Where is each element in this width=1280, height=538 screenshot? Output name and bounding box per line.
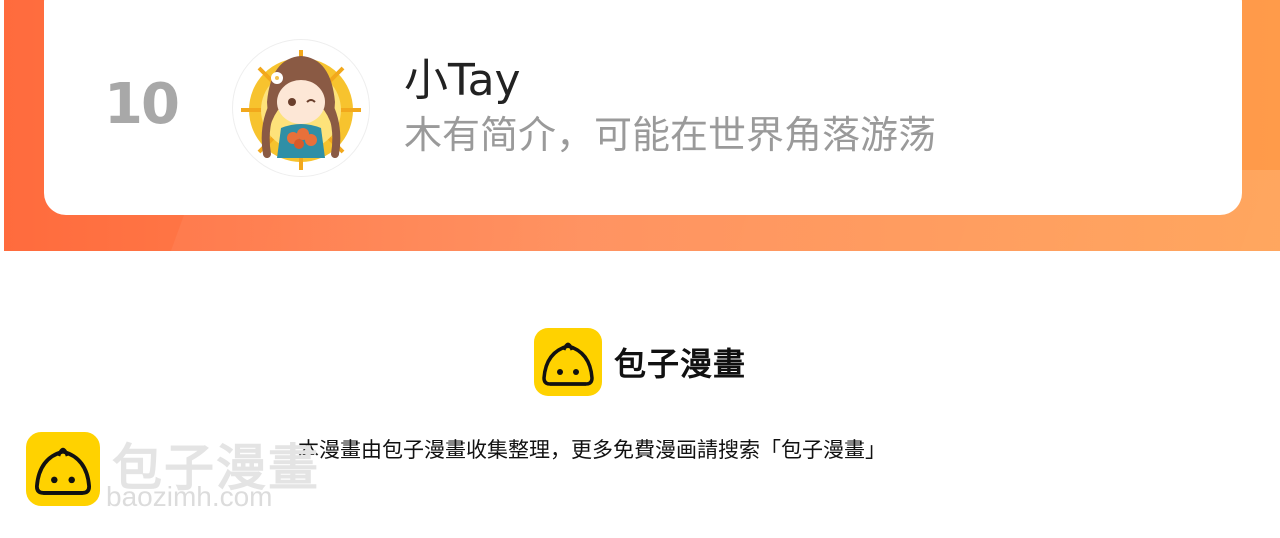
watermark-url: baozimh.com — [106, 481, 273, 512]
user-bio: 木有简介，可能在世界角落游荡 — [404, 113, 937, 157]
watermark-bun-icon — [26, 432, 100, 506]
brand-name: 包子漫畫 — [614, 345, 747, 383]
bun-logo-icon — [534, 328, 602, 396]
user-avatar[interactable] — [232, 39, 370, 177]
rank-number: 10 — [104, 72, 180, 137]
avatar-illustration — [241, 50, 361, 170]
source-notice: 本漫畫由包子漫畫收集整理，更多免費漫画請搜索「包子漫畫」 — [298, 438, 886, 462]
page: 10 小Tay 木有简介，可能在世界角落游荡 包子漫畫 本漫畫由包子漫畫收集整理… — [0, 0, 1280, 538]
brand-block: 包子漫畫 — [534, 328, 746, 396]
username[interactable]: 小Tay — [404, 44, 521, 108]
